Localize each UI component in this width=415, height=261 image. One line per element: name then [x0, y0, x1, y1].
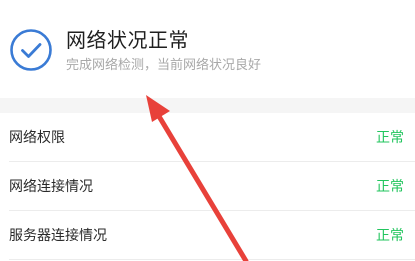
- row-divider: [9, 259, 415, 260]
- check-status: 正常: [376, 228, 404, 244]
- check-status: 正常: [376, 130, 404, 146]
- check-list: 网络权限 正常 网络连接情况 正常 服务器连接情况 正常: [0, 113, 415, 261]
- check-label: 网络权限: [9, 130, 65, 146]
- check-label: 服务器连接情况: [9, 228, 107, 244]
- check-label: 网络连接情况: [9, 179, 93, 195]
- status-title: 网络状况正常: [66, 28, 189, 52]
- check-row-network-permission[interactable]: 网络权限 正常: [0, 113, 415, 162]
- check-status: 正常: [376, 179, 404, 195]
- check-row-server-connection[interactable]: 服务器连接情况 正常: [0, 211, 415, 260]
- status-subtitle: 完成网络检测，当前网络状况良好: [66, 58, 262, 73]
- check-row-network-connection[interactable]: 网络连接情况 正常: [0, 162, 415, 211]
- check-circle-icon: [10, 29, 52, 71]
- network-diagnosis-page: 网络状况正常 完成网络检测，当前网络状况良好 网络权限 正常 网络连接情况 正常…: [0, 0, 415, 261]
- status-header: 网络状况正常 完成网络检测，当前网络状况良好: [0, 0, 415, 98]
